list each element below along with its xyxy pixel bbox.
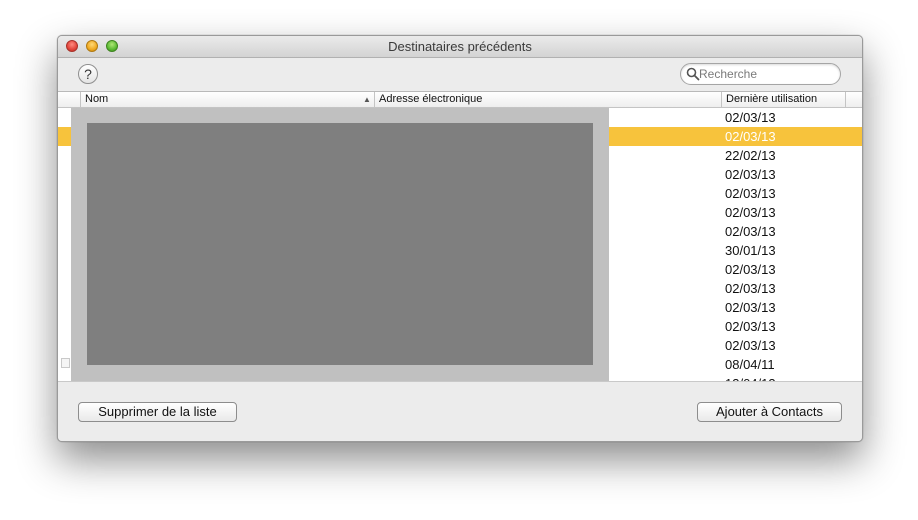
last-used-date: 02/03/13: [725, 129, 776, 144]
add-to-contacts-button[interactable]: Ajouter à Contacts: [697, 402, 842, 422]
last-used-date: 02/03/13: [725, 167, 776, 182]
toolbar: ?: [58, 58, 862, 91]
last-used-date: 02/03/13: [725, 338, 776, 353]
search-input[interactable]: [699, 65, 834, 83]
last-used-date: 02/03/13: [725, 319, 776, 334]
search-field[interactable]: [680, 63, 841, 85]
title-bar[interactable]: Destinataires précédents: [58, 36, 862, 58]
redaction-overlay: [71, 108, 609, 382]
last-used-date: 02/03/13: [725, 281, 776, 296]
search-icon: [686, 67, 700, 81]
last-used-date: 02/03/13: [725, 186, 776, 201]
column-header-name[interactable]: Nom: [80, 92, 374, 107]
table-header: Nom ▲ Adresse électronique Dernière util…: [58, 92, 862, 108]
row-contact-icon: [61, 358, 70, 368]
sort-ascending-icon: ▲: [363, 95, 371, 104]
column-header-filler: [845, 92, 862, 107]
last-used-date: 02/03/13: [725, 224, 776, 239]
remove-from-list-button[interactable]: Supprimer de la liste: [78, 402, 237, 422]
last-used-date: 02/03/13: [725, 110, 776, 125]
window-title: Destinataires précédents: [388, 39, 532, 54]
footer-bar: Supprimer de la liste Ajouter à Contacts: [58, 381, 862, 441]
last-used-date: 08/04/11: [725, 357, 775, 372]
last-used-date: 02/03/13: [725, 262, 776, 277]
last-used-date: 02/03/13: [725, 300, 776, 315]
redaction-block: [87, 123, 593, 365]
help-button[interactable]: ?: [78, 64, 98, 84]
last-used-date: 22/02/13: [725, 148, 776, 163]
last-used-date: 02/03/13: [725, 205, 776, 220]
recipients-table[interactable]: Nom ▲ Adresse électronique Dernière util…: [58, 91, 862, 382]
previous-recipients-window: Destinataires précédents ? Nom ▲ Adresse…: [57, 35, 863, 442]
column-header-last-used[interactable]: Dernière utilisation: [721, 92, 845, 107]
column-header-email[interactable]: Adresse électronique: [374, 92, 721, 107]
last-used-date: 30/01/13: [725, 243, 776, 258]
